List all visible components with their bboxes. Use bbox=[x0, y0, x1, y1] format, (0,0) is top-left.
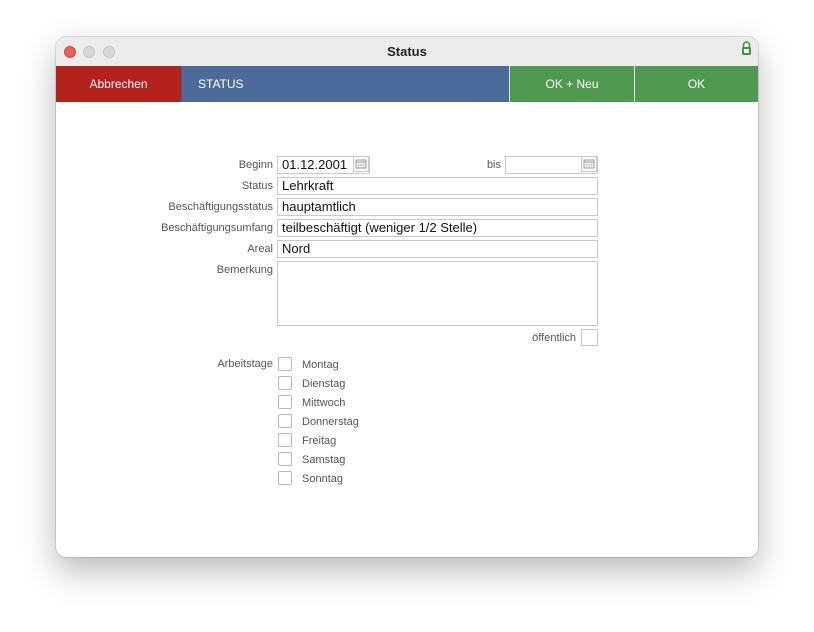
title-bar: Status bbox=[56, 37, 758, 67]
day-label-freitag: Freitag bbox=[302, 435, 337, 447]
status-field[interactable]: Lehrkraft bbox=[277, 177, 598, 195]
section-title-status: STATUS bbox=[181, 66, 509, 102]
day-label-donnerstag: Donnerstag bbox=[302, 416, 359, 428]
checkbox-freitag[interactable] bbox=[278, 433, 292, 447]
ok-button[interactable]: OK bbox=[634, 66, 758, 102]
day-label-samstag: Samstag bbox=[302, 454, 346, 466]
checkbox-mittwoch[interactable] bbox=[278, 395, 292, 409]
beschaeftigungsstatus-field[interactable]: hauptamtlich bbox=[277, 198, 598, 216]
ok-new-button[interactable]: OK + Neu bbox=[509, 66, 634, 102]
areal-field[interactable]: Nord bbox=[277, 240, 598, 258]
checkbox-donnerstag[interactable] bbox=[278, 414, 292, 428]
beschaeftigungsumfang-field[interactable]: teilbeschäftigt (weniger 1/2 Stelle) bbox=[277, 219, 598, 237]
calendar-icon[interactable] bbox=[581, 156, 597, 172]
day-label-montag: Montag bbox=[302, 359, 339, 371]
bemerkung-textarea[interactable] bbox=[277, 261, 598, 326]
bemerkung-label: Bemerkung bbox=[216, 264, 273, 276]
lock-icon bbox=[742, 41, 751, 55]
beginn-label: Beginn bbox=[238, 159, 273, 171]
checkbox-samstag[interactable] bbox=[278, 452, 292, 466]
bis-label: bis bbox=[486, 159, 501, 171]
beschaeftigungsstatus-label: Beschäftigungsstatus bbox=[168, 201, 273, 213]
areal-label: Areal bbox=[247, 243, 273, 255]
checkbox-montag[interactable] bbox=[278, 357, 292, 371]
checkbox-sonntag[interactable] bbox=[278, 471, 292, 485]
day-label-sonntag: Sonntag bbox=[302, 473, 343, 485]
day-label-mittwoch: Mittwoch bbox=[302, 397, 346, 409]
action-toolbar: Abbrechen STATUS OK + Neu OK bbox=[56, 66, 758, 102]
day-label-dienstag: Dienstag bbox=[302, 378, 346, 390]
status-label: Status bbox=[241, 180, 273, 192]
window-title: Status bbox=[387, 44, 427, 59]
cancel-button[interactable]: Abbrechen bbox=[56, 66, 181, 102]
oeffentlich-label: öffentlich bbox=[532, 332, 576, 344]
checkbox-dienstag[interactable] bbox=[278, 376, 292, 390]
arbeitstage-label: Arbeitstage bbox=[217, 358, 273, 370]
oeffentlich-checkbox[interactable] bbox=[581, 329, 598, 346]
beschaeftigungsumfang-label: Beschäftigungsumfang bbox=[161, 222, 273, 234]
status-window: Status Abbrechen STATUS OK + Neu OK Begi… bbox=[56, 37, 758, 557]
